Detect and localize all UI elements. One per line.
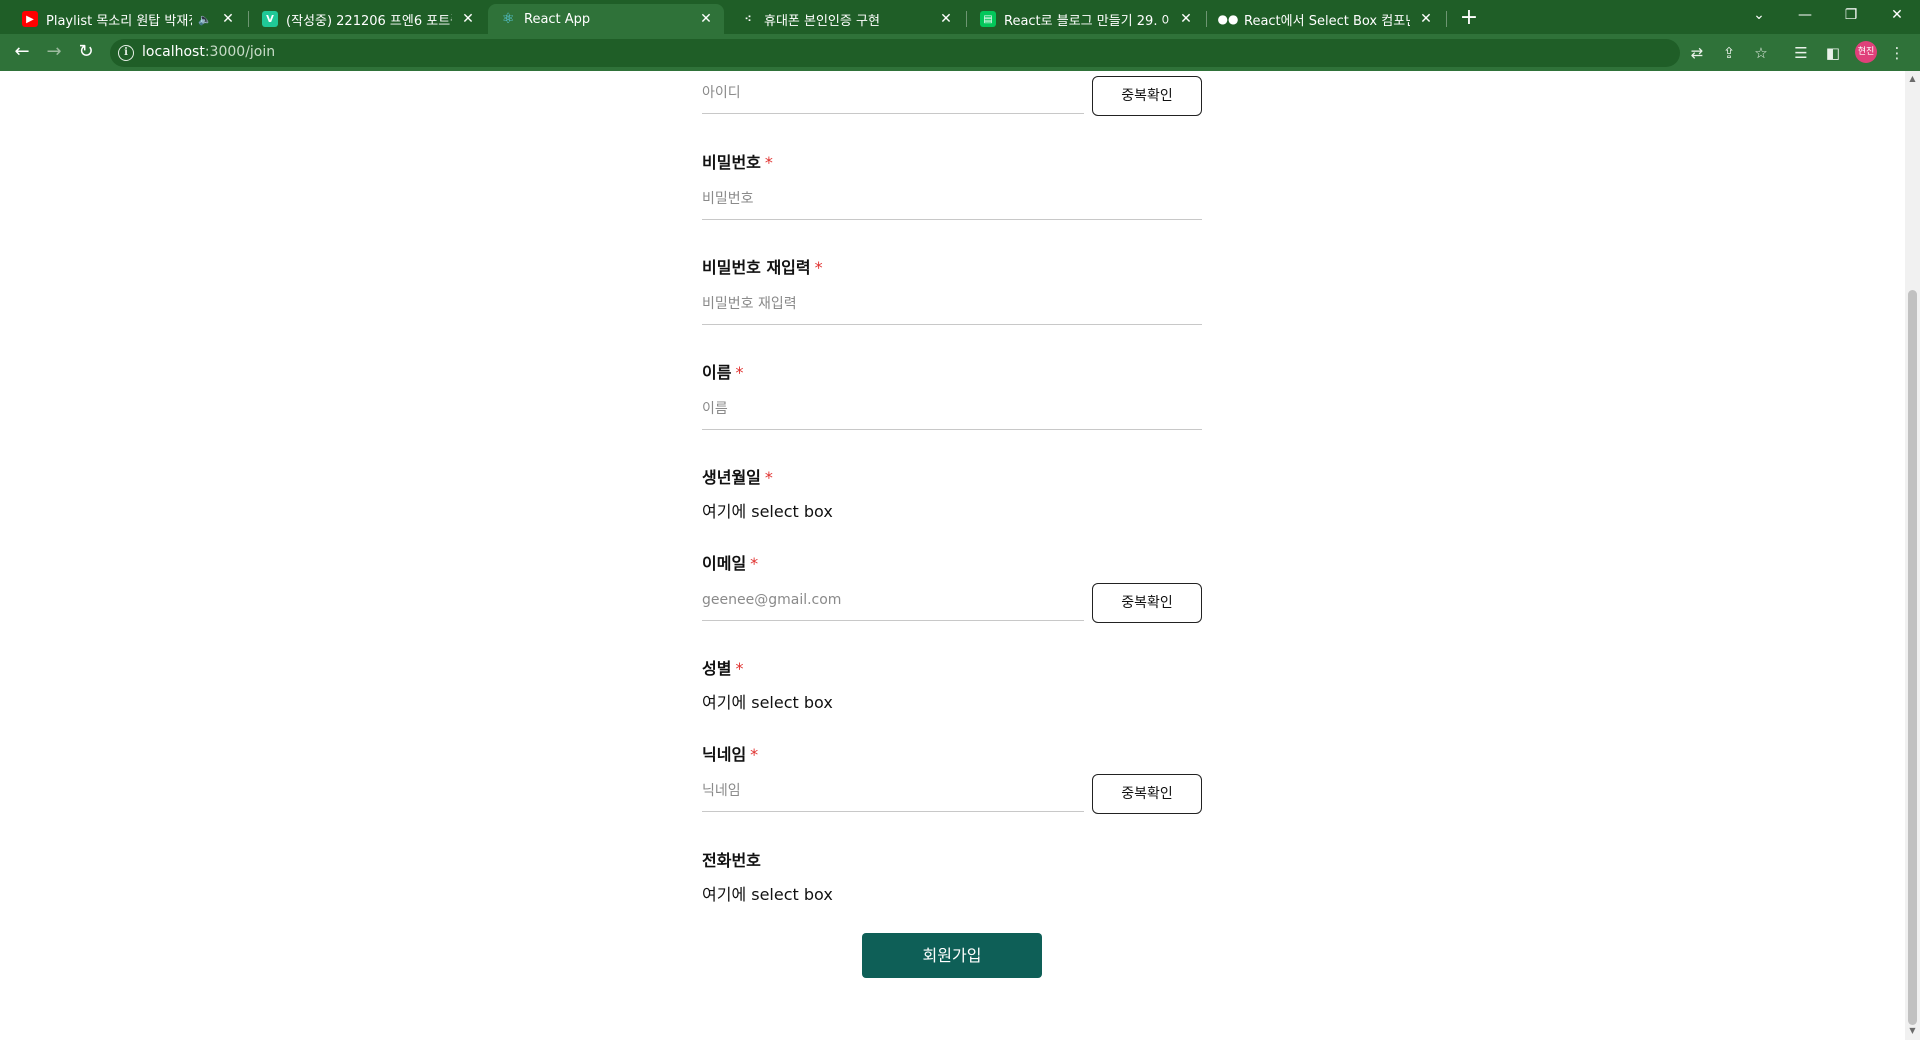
info-icon[interactable]: i xyxy=(118,45,134,61)
label-text: 비밀번호 xyxy=(702,153,761,172)
required-mark: * xyxy=(735,659,744,678)
tab-title: (작성중) 221206 프엔6 포트폴리 xyxy=(286,13,452,29)
tab-select-box[interactable]: ●● React에서 Select Box 컴포넌트 ✕ xyxy=(1208,4,1444,34)
email-label: 이메일 * xyxy=(702,550,758,574)
bookmark-star-icon[interactable]: ☆ xyxy=(1748,40,1774,66)
scroll-thumb[interactable] xyxy=(1908,290,1917,1025)
required-mark: * xyxy=(764,468,773,487)
password-field[interactable] xyxy=(702,180,1202,220)
password-input[interactable] xyxy=(702,180,1202,218)
label-text: 생년월일 xyxy=(702,468,761,487)
tab-title: React에서 Select Box 컴포넌트 xyxy=(1244,13,1410,29)
url-text[interactable]: localhost:3000/join xyxy=(142,44,275,60)
react-icon: ⚛ xyxy=(501,11,515,27)
required-mark: * xyxy=(750,554,759,573)
close-window-button[interactable]: ✕ xyxy=(1874,0,1920,30)
share-icon[interactable]: ⇪ xyxy=(1716,40,1742,66)
scroll-up-arrow-icon[interactable]: ▲ xyxy=(1908,74,1917,83)
tab-title: React App xyxy=(524,11,591,27)
id-dup-check-button[interactable]: 중복확인 xyxy=(1092,76,1202,116)
birth-label: 생년월일 * xyxy=(702,464,773,488)
phone-select-placeholder: 여기에 select box xyxy=(702,885,833,904)
name-label: 이름 * xyxy=(702,359,743,383)
close-icon[interactable]: ✕ xyxy=(938,11,954,27)
name-field[interactable] xyxy=(702,390,1202,430)
url-path: :3000/join xyxy=(204,44,276,60)
restore-button[interactable]: ❐ xyxy=(1828,0,1874,30)
reload-button[interactable]: ↻ xyxy=(72,38,100,66)
gender-label: 성별 * xyxy=(702,655,743,679)
label-text: 성별 xyxy=(702,659,732,678)
password-confirm-field[interactable] xyxy=(702,285,1202,325)
name-input[interactable] xyxy=(702,390,1202,428)
email-dup-check-button[interactable]: 중복확인 xyxy=(1092,583,1202,623)
address-bar[interactable] xyxy=(110,39,1680,67)
password-confirm-label: 비밀번호 재입력 * xyxy=(702,254,823,278)
label-text: 이메일 xyxy=(702,554,747,573)
medium-icon: ●● xyxy=(1217,12,1239,26)
password-confirm-input[interactable] xyxy=(702,285,1202,323)
tab-search-icon[interactable]: ⌄ xyxy=(1736,0,1782,30)
label-text: 비밀번호 재입력 xyxy=(702,258,811,277)
menu-icon[interactable]: ⋮ xyxy=(1884,40,1910,66)
velog-icon: V xyxy=(262,11,278,27)
birth-select-placeholder: 여기에 select box xyxy=(702,502,833,521)
tistory-icon: ⁖ xyxy=(744,13,752,25)
blog-icon: ▤ xyxy=(980,11,996,27)
speaker-icon[interactable]: 🔈 xyxy=(198,13,212,26)
tab-divider xyxy=(1206,11,1207,27)
close-icon[interactable]: ✕ xyxy=(1178,11,1194,27)
password-label: 비밀번호 * xyxy=(702,149,773,173)
nickname-input[interactable] xyxy=(702,772,1084,810)
id-field[interactable] xyxy=(702,74,1084,114)
label-text: 닉네임 xyxy=(702,745,747,764)
id-input[interactable] xyxy=(702,74,1084,112)
required-mark: * xyxy=(735,363,744,382)
new-tab-button[interactable]: + xyxy=(1454,4,1484,32)
nickname-field[interactable] xyxy=(702,772,1084,812)
tab-phone-verification[interactable]: ⁖ 휴대폰 본인인증 구현 ✕ xyxy=(728,4,964,34)
tab-title: 휴대폰 본인인증 구현 xyxy=(764,13,880,29)
email-input[interactable] xyxy=(702,581,1084,619)
close-icon[interactable]: ✕ xyxy=(1418,11,1434,27)
tab-react-app[interactable]: ⚛ React App ✕ xyxy=(488,4,724,34)
email-field[interactable] xyxy=(702,581,1084,621)
close-icon[interactable]: ✕ xyxy=(460,11,476,27)
avatar[interactable]: 현진 xyxy=(1855,41,1877,63)
side-panel-icon[interactable]: ◧ xyxy=(1820,40,1846,66)
tab-portfolio[interactable]: V (작성중) 221206 프엔6 포트폴리 ✕ xyxy=(250,4,486,34)
url-host: localhost xyxy=(142,44,205,60)
reading-list-icon[interactable]: ☰ xyxy=(1788,40,1814,66)
join-submit-button[interactable]: 회원가입 xyxy=(862,933,1042,978)
tab-divider xyxy=(1446,11,1447,27)
gender-select-placeholder: 여기에 select box xyxy=(702,693,833,712)
phone-label: 전화번호 xyxy=(702,847,761,871)
required-mark: * xyxy=(764,153,773,172)
nickname-label: 닉네임 * xyxy=(702,741,758,765)
close-icon[interactable]: ✕ xyxy=(698,11,714,27)
youtube-icon: ▶ xyxy=(22,11,38,27)
required-mark: * xyxy=(750,745,759,764)
label-text: 전화번호 xyxy=(702,851,761,870)
close-icon[interactable]: ✕ xyxy=(220,11,236,27)
tab-divider xyxy=(248,11,249,27)
scroll-down-arrow-icon[interactable]: ▼ xyxy=(1908,1026,1917,1035)
required-mark: * xyxy=(814,258,823,277)
label-text: 이름 xyxy=(702,363,732,382)
nickname-dup-check-button[interactable]: 중복확인 xyxy=(1092,774,1202,814)
tab-playlist[interactable]: ▶ Playlist 목소리 원탑 박재정 🔈 ✕ xyxy=(10,4,246,34)
tab-title: Playlist 목소리 원탑 박재정 xyxy=(46,13,193,29)
minimize-button[interactable]: — xyxy=(1782,0,1828,30)
translate-icon[interactable]: ⇄ xyxy=(1684,40,1710,66)
tab-strip: ▶ Playlist 목소리 원탑 박재정 🔈 ✕ V (작성중) 221206… xyxy=(0,0,1920,34)
tab-title: React로 블로그 만들기 29. 아이 xyxy=(1004,13,1170,29)
forward-button[interactable]: → xyxy=(40,38,68,66)
page-viewport: 중복확인 비밀번호* 비밀번호 재입력* 이름* 생년월일* 여기에 selec… xyxy=(0,71,1920,1040)
tab-divider xyxy=(966,11,967,27)
tab-react-blog[interactable]: ▤ React로 블로그 만들기 29. 아이 ✕ xyxy=(968,4,1204,34)
back-button[interactable]: ← xyxy=(8,38,36,66)
